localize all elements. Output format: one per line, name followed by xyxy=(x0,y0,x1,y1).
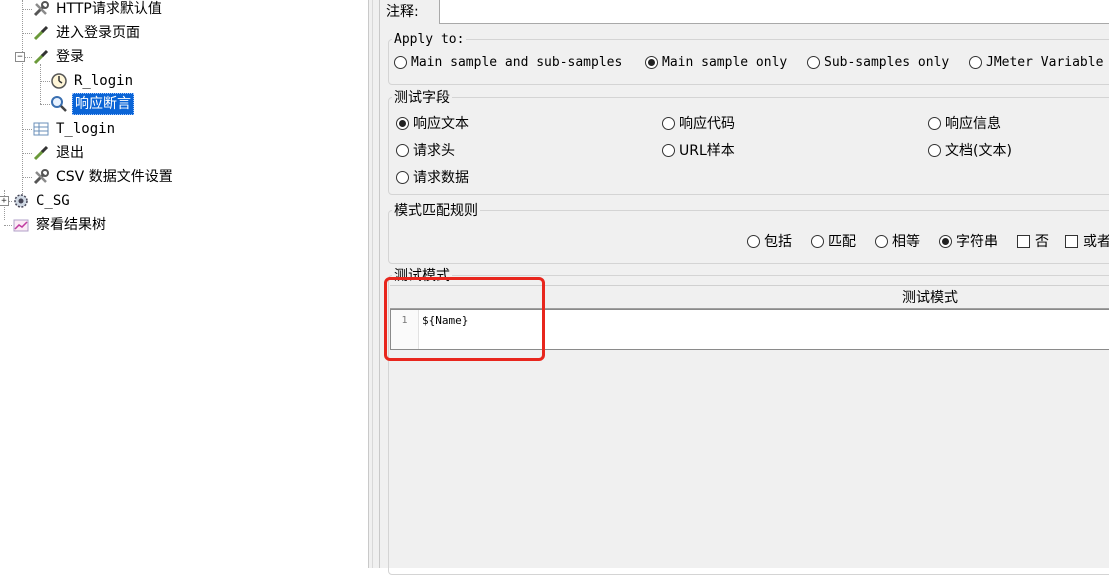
wrench-icon xyxy=(32,168,50,186)
pipette-icon xyxy=(32,48,50,66)
rule-equals-radio[interactable]: 相等 xyxy=(875,231,920,251)
tree-item-logout[interactable]: 退出 xyxy=(32,142,86,164)
rule-contains-radio[interactable]: 包括 xyxy=(747,231,792,251)
comment-input[interactable] xyxy=(439,0,1109,24)
rule-or-checkbox[interactable]: 或者 xyxy=(1065,231,1109,251)
tree-item-label: CSV 数据文件设置 xyxy=(56,169,173,185)
radio-label: 字符串 xyxy=(956,234,998,250)
collapse-toggle[interactable]: − xyxy=(15,52,25,62)
apply-sub-only-radio[interactable]: Sub-samples only xyxy=(807,55,949,70)
radio-label: 请求数据 xyxy=(413,170,469,186)
radio-label: URL样本 xyxy=(679,143,735,159)
column-header-test-pattern: 测试模式 xyxy=(902,290,958,306)
tree-item-label: HTTP请求默认值 xyxy=(56,1,162,17)
table-icon xyxy=(32,120,50,138)
radio-label: 包括 xyxy=(764,234,792,250)
radio-label: JMeter Variable xyxy=(986,55,1104,70)
tree-item-label: T_login xyxy=(56,121,116,137)
pane-splitter[interactable] xyxy=(368,0,380,568)
tree-item-login[interactable]: 登录 xyxy=(32,46,86,68)
radio-label: Main sample and sub-samples xyxy=(411,55,623,70)
magnifier-icon xyxy=(50,95,68,113)
checkbox-label: 或者 xyxy=(1083,234,1109,250)
wrench-icon xyxy=(32,0,50,18)
radio-label: 相等 xyxy=(892,234,920,250)
pipette-icon xyxy=(32,144,50,162)
graph-icon xyxy=(12,216,30,234)
tree-item-r-login[interactable]: R_login xyxy=(50,70,135,92)
apply-main-only-radio[interactable]: Main sample only xyxy=(645,55,787,70)
tree-item-t-login[interactable]: T_login xyxy=(32,118,117,140)
test-plan-tree[interactable]: − + HTTP请求默认值 进入登录页面 登录 R_login 响应断言 T_l… xyxy=(0,0,368,568)
radio-label: 请求头 xyxy=(413,143,455,159)
field-request-data-radio[interactable]: 请求数据 xyxy=(396,167,469,187)
rule-substring-radio[interactable]: 字符串 xyxy=(939,231,998,251)
tree-item-label: R_login xyxy=(74,73,134,89)
pattern-rules-title: 模式匹配规则 xyxy=(392,203,480,219)
gear-icon xyxy=(12,192,30,210)
field-document-radio[interactable]: 文档(文本) xyxy=(928,140,1012,160)
field-request-headers-radio[interactable]: 请求头 xyxy=(396,140,455,160)
tree-item-label: 退出 xyxy=(56,145,84,161)
apply-to-title: Apply to: xyxy=(392,32,467,48)
comment-label: 注释: xyxy=(386,4,419,20)
apply-main-and-sub-radio[interactable]: Main sample and sub-samples xyxy=(394,55,622,70)
tree-item-label: 进入登录页面 xyxy=(56,25,140,41)
rule-not-checkbox[interactable]: 否 xyxy=(1017,231,1049,251)
field-response-code-radio[interactable]: 响应代码 xyxy=(662,113,735,133)
expand-toggle[interactable]: + xyxy=(0,196,9,206)
tree-item-label: 响应断言 xyxy=(72,93,134,115)
apply-jmeter-variable-radio[interactable]: JMeter Variable xyxy=(969,55,1103,70)
checkbox-label: 否 xyxy=(1035,234,1049,250)
highlight-annotation-box xyxy=(384,277,545,361)
radio-label: Sub-samples only xyxy=(824,55,950,70)
rule-matches-radio[interactable]: 匹配 xyxy=(811,231,856,251)
field-response-message-radio[interactable]: 响应信息 xyxy=(928,113,1001,133)
pipette-icon xyxy=(32,24,50,42)
tree-item-response-assertion[interactable]: 响应断言 xyxy=(50,93,134,115)
radio-label: 响应文本 xyxy=(413,116,469,132)
radio-label: Main sample only xyxy=(662,55,788,70)
tree-item-label: C_SG xyxy=(36,193,70,209)
tree-item-enter-login-page[interactable]: 进入登录页面 xyxy=(32,22,142,44)
tree-item-label: 察看结果树 xyxy=(36,217,106,233)
tree-item-view-results-tree[interactable]: 察看结果树 xyxy=(12,214,108,236)
tree-item-csv-config[interactable]: CSV 数据文件设置 xyxy=(32,166,175,188)
tree-item-c-sg[interactable]: C_SG xyxy=(12,190,72,212)
field-url-radio[interactable]: URL样本 xyxy=(662,140,735,160)
radio-label: 响应信息 xyxy=(945,116,1001,132)
test-field-title: 测试字段 xyxy=(392,90,452,106)
timer-icon xyxy=(50,72,68,90)
radio-label: 响应代码 xyxy=(679,116,735,132)
tree-item-http-defaults[interactable]: HTTP请求默认值 xyxy=(32,0,164,20)
tree-item-label: 登录 xyxy=(56,49,84,65)
field-response-text-radio[interactable]: 响应文本 xyxy=(396,113,469,133)
radio-label: 匹配 xyxy=(828,234,856,250)
radio-label: 文档(文本) xyxy=(945,143,1012,159)
